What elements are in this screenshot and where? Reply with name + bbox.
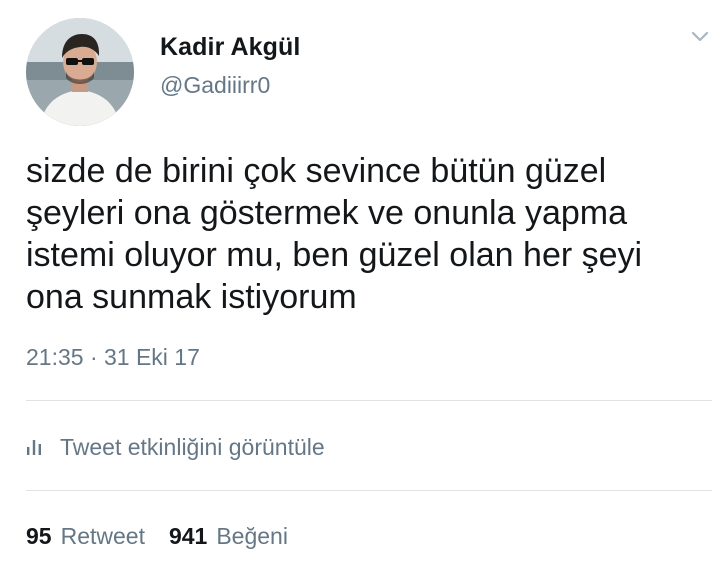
like-count: 941 <box>168 523 208 549</box>
tweet-stats: 95 Retweet 941 Beğeni <box>26 523 288 550</box>
author-display-name[interactable]: Kadir Akgül <box>160 33 300 62</box>
like-count-link[interactable]: 941 Beğeni <box>169 523 288 550</box>
view-tweet-activity-link[interactable]: Tweet etkinliğini görüntüle <box>26 432 325 462</box>
activity-label: Tweet etkinliğini görüntüle <box>60 433 325 460</box>
retweet-count-link[interactable]: 95 Retweet <box>26 523 145 550</box>
retweet-label: Retweet <box>60 523 145 549</box>
tweet-text: sizde de birini çok sevince bütün güzel … <box>26 152 643 316</box>
avatar[interactable] <box>26 18 134 126</box>
bar-chart-icon <box>26 438 42 456</box>
like-label: Beğeni <box>216 523 288 549</box>
tweet-timestamp[interactable]: 21:35 · 31 Eki 17 <box>26 344 200 371</box>
retweet-count: 95 <box>26 523 52 549</box>
author-handle[interactable]: @Gadiiirr0 <box>160 72 270 99</box>
divider <box>26 400 712 401</box>
chevron-down-icon[interactable] <box>688 26 712 46</box>
profile-photo-icon <box>26 18 134 126</box>
divider <box>26 490 712 491</box>
